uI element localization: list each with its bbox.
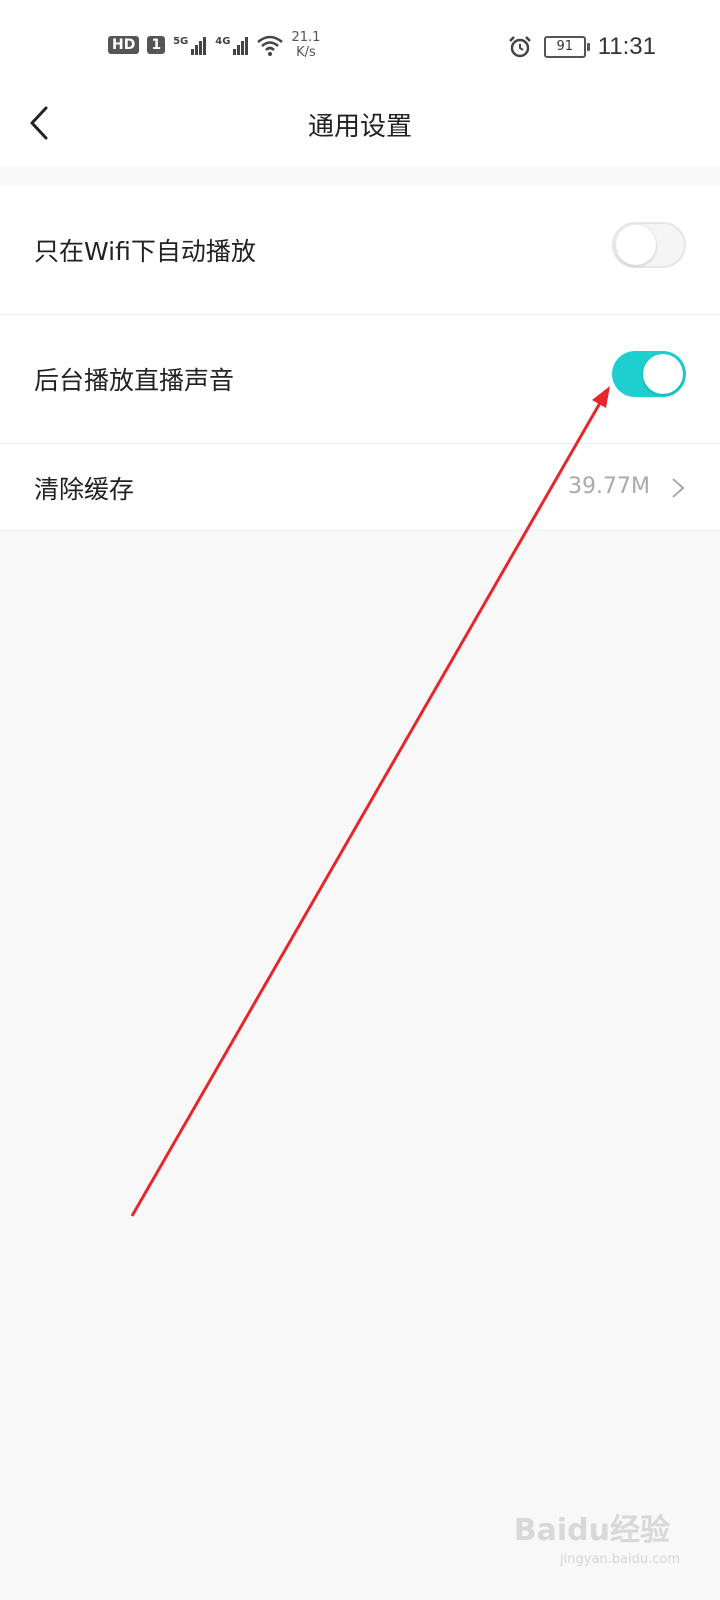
setting-background-audio[interactable]: 后台播放直播声音 <box>0 315 720 444</box>
setting-label: 后台播放直播声音 <box>34 366 235 395</box>
setting-label: 清除缓存 <box>34 475 135 504</box>
setting-wifi-autoplay[interactable]: 只在Wifi下自动播放 <box>0 186 720 315</box>
chevron-right-icon <box>672 478 685 498</box>
network-type-5g: 5G <box>173 35 189 47</box>
app-header: 通用设置 <box>0 90 720 166</box>
toggle-knob <box>643 354 683 394</box>
wifi-icon <box>257 35 284 56</box>
battery-icon: 91 <box>543 36 590 58</box>
status-left: HD 1 5G 4G 21.1 K/s <box>108 30 320 60</box>
wifi-autoplay-toggle[interactable] <box>612 222 686 268</box>
network-speed: 21.1 K/s <box>291 30 320 60</box>
clock: 11:31 <box>597 33 656 60</box>
setting-label: 只在Wifi下自动播放 <box>34 237 256 266</box>
network-type-4g: 4G <box>215 35 231 47</box>
setting-clear-cache[interactable]: 清除缓存 39.77M <box>0 444 720 531</box>
cache-size-value: 39.77M <box>568 474 650 499</box>
status-right: 91 11:31 <box>508 33 656 61</box>
signal-icon: 5G <box>173 36 207 55</box>
speed-unit: K/s <box>296 45 316 60</box>
signal-icon: 4G <box>215 36 249 55</box>
watermark-url: jingyan.baidu.com <box>560 1552 680 1567</box>
status-bar: HD 1 5G 4G 21.1 K/s 91 11:31 <box>0 0 720 90</box>
speed-value: 21.1 <box>291 30 321 45</box>
settings-list: 只在Wifi下自动播放 后台播放直播声音 清除缓存 39.77M <box>0 186 720 531</box>
baidu-watermark-logo: Baidu经验 <box>513 1513 670 1548</box>
alarm-icon <box>508 36 531 58</box>
background-audio-toggle[interactable] <box>612 351 686 397</box>
toggle-knob <box>616 225 656 265</box>
page-title: 通用设置 <box>307 112 412 142</box>
hd-badge: HD <box>108 36 140 54</box>
sim-badge: 1 <box>147 36 166 54</box>
